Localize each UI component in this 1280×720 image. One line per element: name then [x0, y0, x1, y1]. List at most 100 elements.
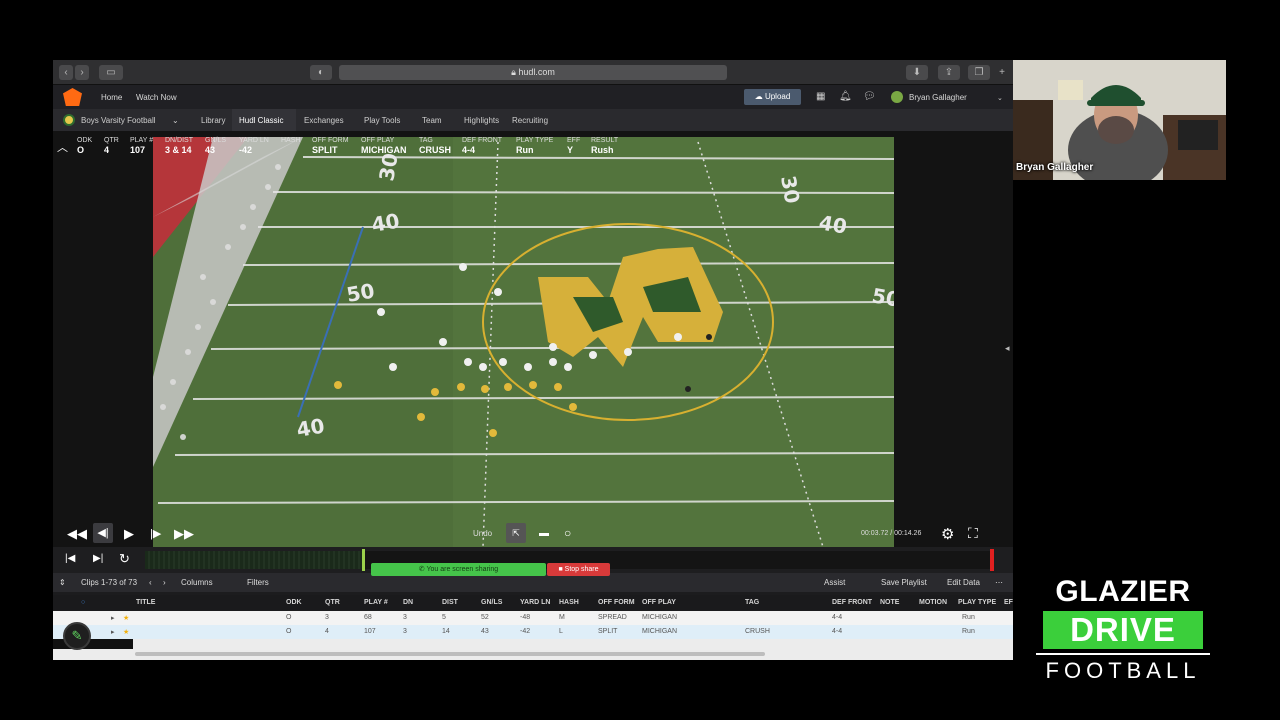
pen-icon[interactable]: ✎ — [63, 622, 91, 650]
save-playlist-button[interactable]: Save Playlist — [881, 578, 927, 587]
chevron-down-icon[interactable]: ⌄ — [997, 93, 1008, 104]
col-note[interactable]: NOTE — [880, 599, 899, 606]
play-icon[interactable]: ▶ — [124, 526, 134, 542]
col-gnls[interactable]: GN/LS — [481, 599, 502, 606]
cell-dn[interactable]: 3 — [403, 614, 407, 621]
bell-icon[interactable]: 🔔︎ — [839, 91, 852, 102]
subnav-recruiting[interactable]: Recruiting — [512, 116, 548, 125]
subnav-exchanges[interactable]: Exchanges — [304, 116, 344, 125]
next-page-icon[interactable]: › — [163, 578, 166, 587]
collapse-icon[interactable]: ︿ — [57, 139, 68, 155]
cell-offform[interactable]: SPREAD — [598, 614, 627, 621]
columns-dropdown[interactable]: Columns — [181, 578, 213, 587]
tabs-icon[interactable]: ❐ — [968, 65, 990, 80]
col-qtr[interactable]: QTR — [325, 599, 340, 606]
step-back-icon[interactable]: ◀| — [93, 523, 113, 543]
subnav-library[interactable]: Library — [201, 116, 225, 125]
nav-watch-now[interactable]: Watch Now — [136, 93, 177, 102]
skip-previous-icon[interactable]: |◀ — [65, 553, 75, 564]
avatar[interactable] — [891, 91, 903, 103]
undo-button[interactable]: Undo — [473, 529, 492, 538]
team-selector[interactable]: Boys Varsity Football — [81, 116, 156, 125]
table-row[interactable]: ▸ ★ O 3 68 3 5 52 -48 M SPREAD MICHIGAN … — [53, 611, 1013, 625]
assist-dropdown[interactable]: Assist — [824, 578, 845, 587]
subnav-hudl-classic[interactable]: Hudl Classic — [239, 116, 283, 125]
cell-gnls[interactable]: 43 — [481, 628, 489, 635]
rewind-icon[interactable]: ◀◀ — [67, 526, 87, 542]
user-name[interactable]: Bryan Gallagher — [909, 93, 967, 102]
cell-gnls[interactable]: 52 — [481, 614, 489, 621]
col-title[interactable]: TITLE — [136, 599, 155, 606]
cell-offplay[interactable]: MICHIGAN — [642, 614, 677, 621]
video-player[interactable]: 30 40 50 40 30 40 50 ︿ ODK O QTR 4 PLAY … — [53, 131, 1013, 547]
col-hash[interactable]: HASH — [559, 599, 579, 606]
chevron-down-icon[interactable]: ⌄ — [172, 116, 179, 125]
horizontal-scrollbar[interactable] — [135, 652, 765, 656]
subnav-highlights[interactable]: Highlights — [464, 116, 499, 125]
cell-playtype[interactable]: Run — [962, 614, 975, 621]
filters-dropdown[interactable]: Filters — [247, 578, 269, 587]
cell-yardln[interactable]: -42 — [520, 628, 530, 635]
nav-home[interactable]: Home — [101, 93, 122, 102]
clip-timeline[interactable]: |◀ ▶| ↻ ✆ You are screen sharing ■ Stop … — [53, 547, 1013, 576]
cell-play[interactable]: 68 — [364, 614, 372, 621]
col-offform[interactable]: OFF FORM — [598, 599, 635, 606]
refresh-icon[interactable]: ↻ — [119, 551, 130, 567]
hudl-logo[interactable] — [63, 88, 82, 106]
cell-hash[interactable]: L — [559, 628, 563, 635]
new-tab-icon[interactable]: + — [995, 65, 1009, 80]
cell-hash[interactable]: M — [559, 614, 565, 621]
forward-icon[interactable]: › — [75, 65, 89, 80]
cell-dn[interactable]: 3 — [403, 628, 407, 635]
cell-dist[interactable]: 5 — [442, 614, 446, 621]
pointer-tool-icon[interactable]: ⇱ — [506, 523, 526, 543]
play-clip-icon[interactable]: ▸ — [111, 628, 115, 636]
star-icon[interactable]: ★ — [123, 628, 129, 636]
col-deffront[interactable]: DEF FRONT — [832, 599, 872, 606]
cell-odk[interactable]: O — [286, 628, 291, 635]
fullscreen-icon[interactable]: ⛶ — [968, 525, 978, 542]
col-motion[interactable]: MOTION — [919, 599, 947, 606]
chat-icon[interactable]: 💬︎ — [863, 91, 876, 102]
url-bar[interactable]: 🔒︎ hudl.com — [339, 65, 727, 80]
shield-icon[interactable]: ◐ — [310, 65, 332, 80]
table-row[interactable]: ▸ ★ O 4 107 3 14 43 -42 L SPLIT MICHIGAN… — [53, 625, 1013, 639]
col-odk[interactable]: ODK — [286, 599, 302, 606]
cell-offplay[interactable]: MICHIGAN — [642, 628, 677, 635]
cell-deffront[interactable]: 4-4 — [832, 628, 842, 635]
cell-qtr[interactable]: 4 — [325, 628, 329, 635]
stop-share-button[interactable]: ■ Stop share — [547, 563, 610, 576]
cell-qtr[interactable]: 3 — [325, 614, 329, 621]
star-icon[interactable]: ★ — [123, 614, 129, 622]
col-yardln[interactable]: YARD LN — [520, 599, 550, 606]
play-clip-icon[interactable]: ▸ — [111, 614, 115, 622]
skip-next-icon[interactable]: ▶| — [93, 553, 103, 564]
cell-playtype[interactable]: Run — [962, 628, 975, 635]
playhead[interactable] — [362, 549, 365, 571]
step-forward-icon[interactable]: |▶ — [150, 527, 161, 540]
share-icon[interactable]: ⇪ — [938, 65, 960, 80]
cell-yardln[interactable]: -48 — [520, 614, 530, 621]
col-tag[interactable]: TAG — [745, 599, 759, 606]
fast-forward-icon[interactable]: ▶▶ — [174, 526, 194, 542]
panel-toggle-icon[interactable]: ◂ — [1005, 343, 1010, 354]
cell-deffront[interactable]: 4-4 — [832, 614, 842, 621]
edit-data-button[interactable]: Edit Data — [947, 578, 980, 587]
back-icon[interactable]: ‹ — [59, 65, 73, 80]
cell-play[interactable]: 107 — [364, 628, 376, 635]
sidebar-icon[interactable]: ▭ — [99, 65, 123, 80]
upload-button[interactable]: ☁ Upload — [744, 89, 801, 105]
subnav-team[interactable]: Team — [422, 116, 442, 125]
select-all-checkbox[interactable]: ○ — [81, 599, 85, 606]
cell-odk[interactable]: O — [286, 614, 291, 621]
sort-icon[interactable]: ⇕ — [59, 578, 66, 587]
gear-icon[interactable]: ⚙ — [941, 525, 954, 543]
col-play[interactable]: PLAY # — [364, 599, 388, 606]
col-dn[interactable]: DN — [403, 599, 413, 606]
more-icon[interactable]: ⋯ — [995, 578, 1003, 587]
calendar-icon[interactable]: ▦ — [816, 91, 827, 102]
comment-icon[interactable]: ▬ — [539, 528, 549, 539]
cell-dist[interactable]: 14 — [442, 628, 450, 635]
col-offplay[interactable]: OFF PLAY — [642, 599, 676, 606]
circle-tool-icon[interactable]: ○ — [564, 526, 571, 540]
